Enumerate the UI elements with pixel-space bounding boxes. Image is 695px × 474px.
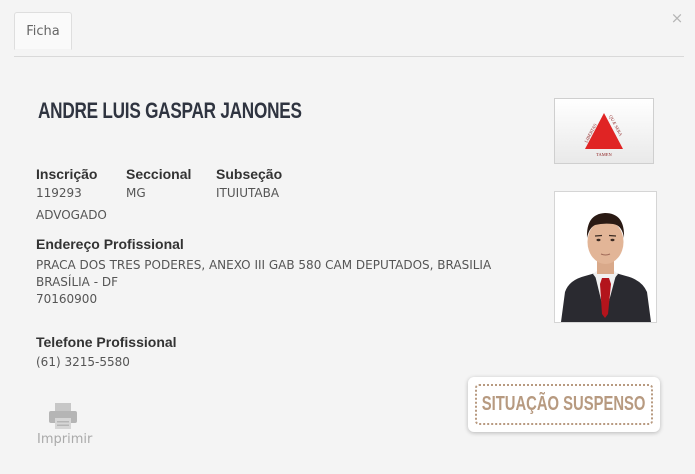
print-button[interactable]: Imprimir bbox=[37, 402, 93, 450]
flag-motto-bottom: TAMEN bbox=[596, 152, 612, 157]
lawyer-type: ADVOGADO bbox=[36, 208, 107, 222]
tab-bar: Ficha bbox=[14, 12, 684, 57]
subsecao-label: Subseção bbox=[216, 166, 283, 182]
seccional-label: Seccional bbox=[126, 166, 192, 182]
state-flag: LIBERTAS QUÆ SERA TAMEN bbox=[554, 98, 654, 164]
status-badge: SITUAÇÃO SUSPENSO bbox=[468, 377, 660, 432]
close-icon[interactable]: × bbox=[669, 10, 685, 26]
telefone-label: Telefone Profissional bbox=[36, 334, 177, 350]
endereco-line2: BRASÍLIA - DF bbox=[36, 275, 118, 289]
printer-icon bbox=[49, 403, 77, 429]
print-label: Imprimir bbox=[37, 432, 93, 447]
endereco-line1: PRACA DOS TRES PODERES, ANEXO III GAB 58… bbox=[36, 258, 492, 272]
tab-ficha[interactable]: Ficha bbox=[14, 12, 72, 50]
subsecao-value: ITUIUTABA bbox=[216, 186, 280, 200]
inscricao-label: Inscrição bbox=[36, 166, 98, 182]
telefone-value: (61) 3215-5580 bbox=[36, 355, 130, 369]
endereco-cep: 70160900 bbox=[36, 292, 98, 306]
status-text: SITUAÇÃO SUSPENSO bbox=[482, 393, 646, 415]
endereco-label: Endereço Profissional bbox=[36, 236, 184, 252]
lawyer-photo bbox=[554, 191, 657, 323]
seccional-value: MG bbox=[126, 186, 146, 200]
flag-emblem: LIBERTAS QUÆ SERA TAMEN bbox=[583, 113, 624, 157]
lawyer-name: ANDRE LUIS GASPAR JANONES bbox=[38, 98, 302, 123]
inscricao-value: 119293 bbox=[36, 186, 82, 200]
